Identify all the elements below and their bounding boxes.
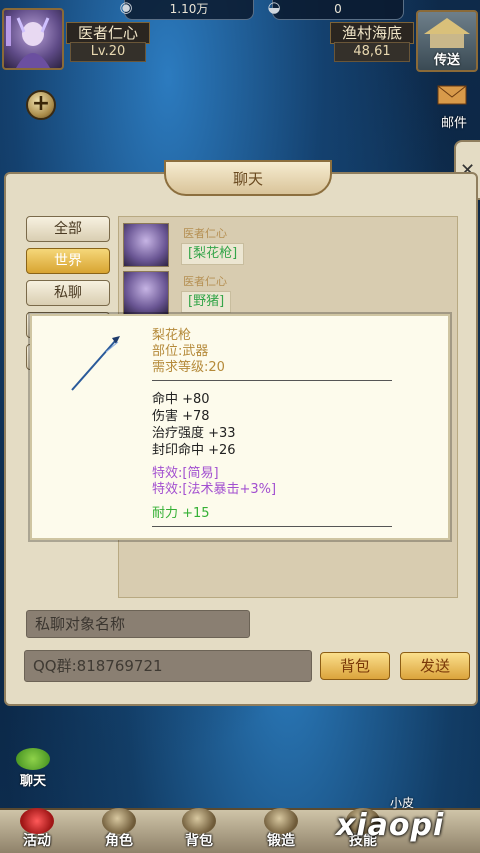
message-sender: 医者仁心 [183,227,227,240]
nav-bag[interactable]: 背包 [164,806,234,853]
gold-counter: ◉ 1.10万 [119,0,254,20]
tab-private[interactable]: 私聊 [26,280,110,306]
player-level: Lv.20 [70,42,146,62]
nav-character-label: 角色 [105,833,133,849]
message-avatar [123,223,169,267]
item-durability: 耐力 +15 [152,506,210,521]
private-target-input[interactable]: 私聊对象名称 [26,610,250,638]
send-button[interactable]: 发送 [400,652,470,680]
item-name: 梨花枪 [152,328,192,343]
palace-icon [424,18,470,48]
message-avatar [123,271,169,315]
item-stat: 命中 +80 [152,392,210,407]
gold-value: 1.10万 [169,2,209,16]
panel-title: 聊天 [164,160,332,196]
tooltip-divider [152,526,392,527]
envelope-icon [437,85,467,105]
bag-icon [182,808,216,834]
item-stat: 治疗强度 +33 [152,426,236,441]
tooltip-divider [152,380,392,381]
plus-icon: + [31,91,51,116]
mail-label: 邮件 [440,116,467,131]
nav-activity-label: 活动 [23,833,51,849]
item-stat: 伤害 +78 [152,409,210,424]
message-item-link[interactable]: [梨花枪] [181,243,245,265]
chat-input[interactable]: QQ群:818769721 [24,650,312,682]
item-tooltip: 梨花枪 部位:武器 需求等级:20 命中 +80 伤害 +78 治疗强度 +33… [30,314,450,540]
tab-world[interactable]: 世界 [26,248,110,274]
chat-shortcut-label: 聊天 [19,774,46,789]
item-stat: 封印命中 +26 [152,443,236,458]
player-avatar[interactable] [2,8,64,70]
teleport-button[interactable]: 传送 [416,10,478,72]
silver-value: 0 [334,2,342,16]
anvil-icon [264,808,298,834]
chat-bubble-icon [16,748,50,770]
teleport-label: 传送 [433,53,460,68]
silver-counter: ◒ 0 [267,0,404,20]
message-sender: 医者仁心 [183,275,227,288]
tab-all[interactable]: 全部 [26,216,110,242]
activity-icon [20,808,54,834]
location-name: 渔村海底 [330,22,414,44]
spear-icon [71,336,120,391]
nav-activity[interactable]: 活动 [2,806,72,853]
item-effect: 特效:[简易] [152,466,219,481]
nav-forge-label: 锻造 [267,833,295,849]
bag-button[interactable]: 背包 [320,652,390,680]
item-slot: 部位:武器 [152,344,209,359]
location-coords: 48,61 [334,42,410,62]
player-name: 医者仁心 [66,22,150,44]
chat-shortcut-button[interactable]: 聊天 [6,748,60,792]
nav-bag-label: 背包 [185,833,213,849]
silver-ingot-icon: ◒ [267,0,281,16]
item-requirement: 需求等级:20 [152,360,225,375]
item-effect: 特效:[法术暴击+3%] [152,482,277,497]
nav-forge[interactable]: 锻造 [246,806,316,853]
plus-button[interactable]: + [26,90,56,120]
watermark: xiaopi [336,808,445,843]
mail-button[interactable]: 邮件 [432,82,476,131]
gold-icon: ◉ [119,0,133,16]
message-item-link[interactable]: [野猪] [181,291,232,313]
nav-character[interactable]: 角色 [84,806,154,853]
helmet-icon [102,808,136,834]
character-portrait-icon [6,16,50,68]
